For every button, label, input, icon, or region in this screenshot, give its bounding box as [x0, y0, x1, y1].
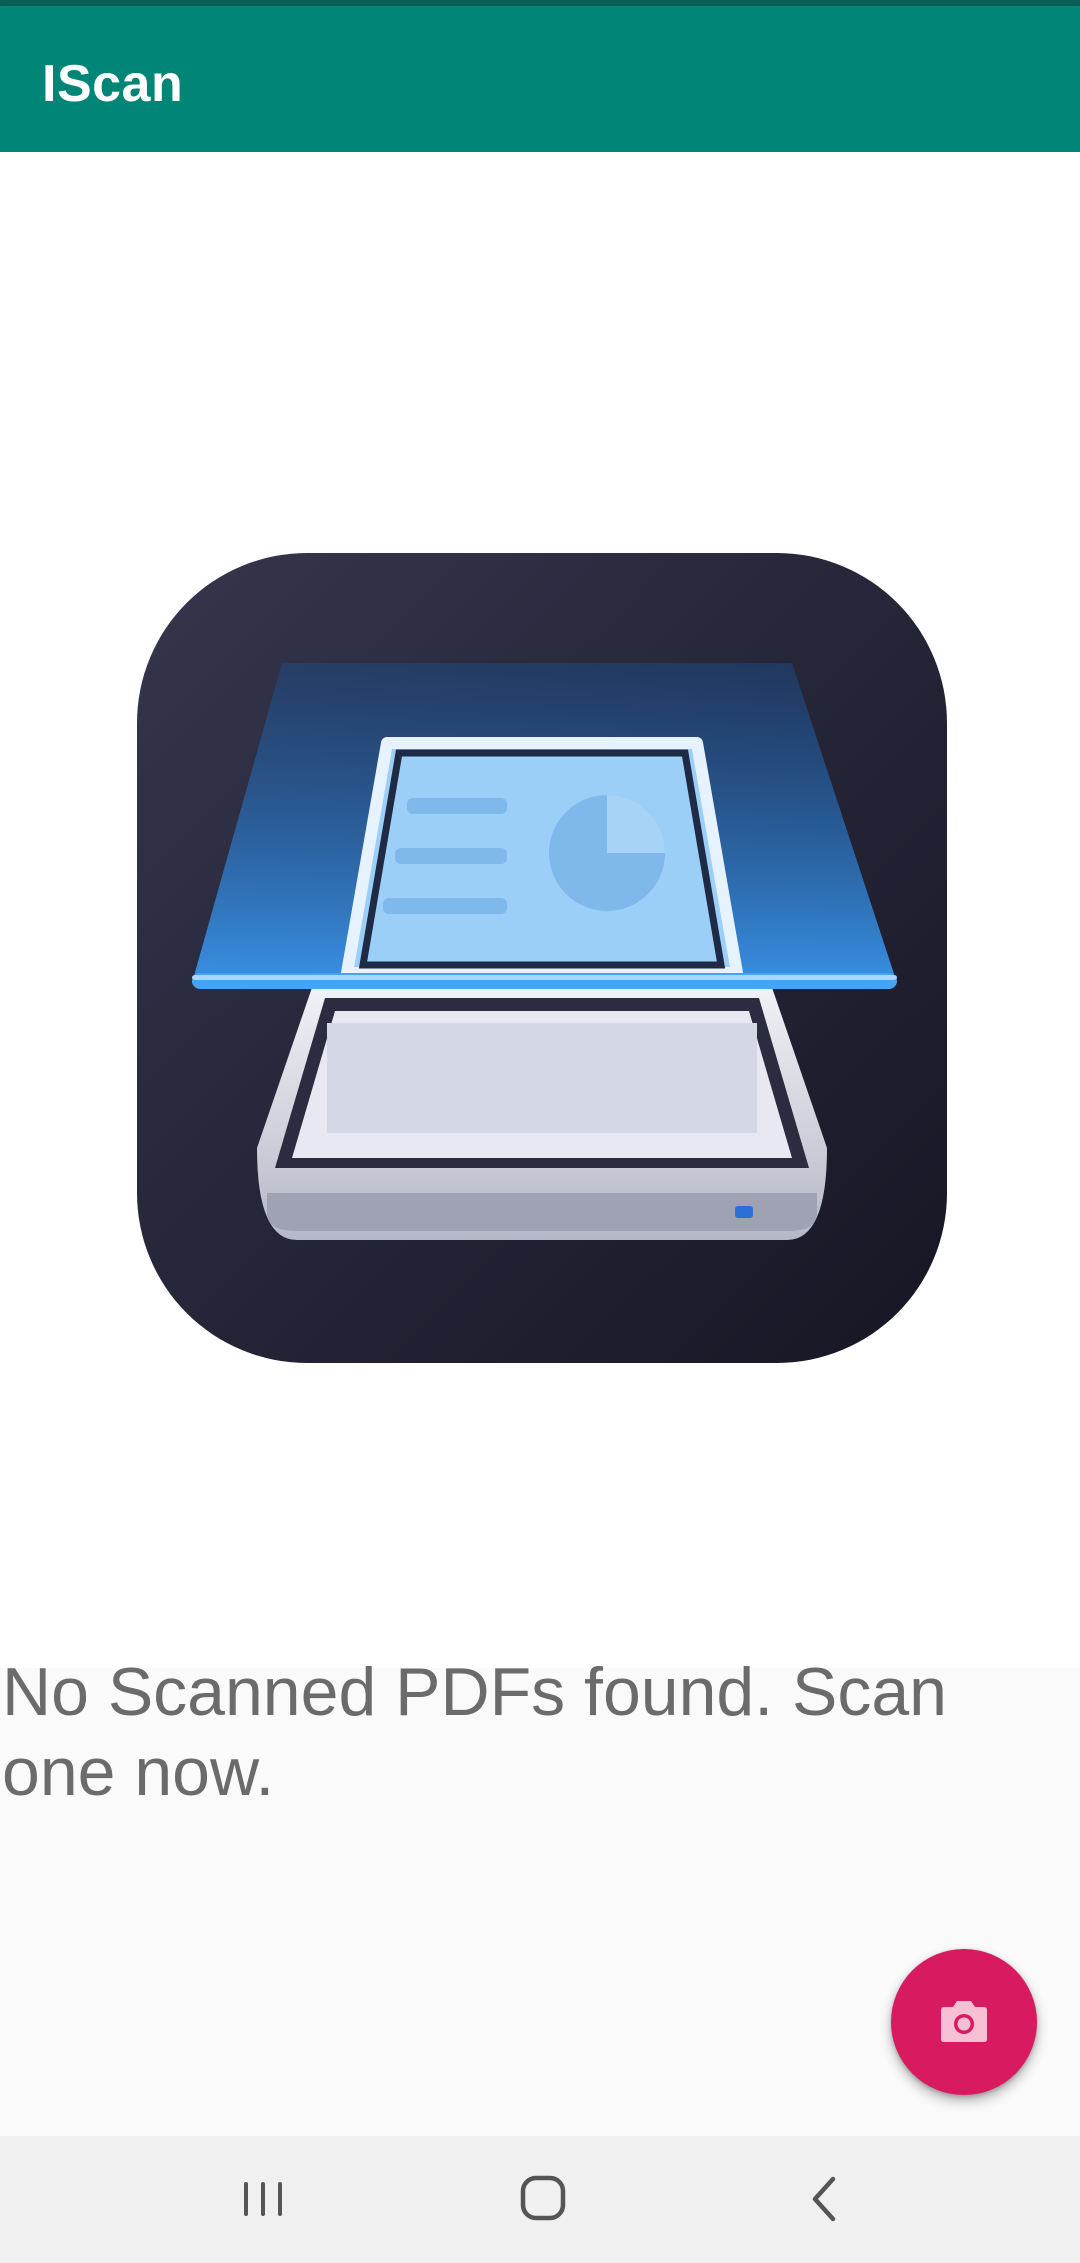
main-content: No Scanned PDFs found. Scan one now.	[0, 152, 1080, 1810]
scan-camera-button[interactable]	[891, 1949, 1037, 2095]
home-button[interactable]	[503, 2164, 583, 2234]
empty-state-message: No Scanned PDFs found. Scan one now.	[2, 1654, 947, 1810]
app-bar: IScan	[0, 6, 1080, 152]
recents-button[interactable]	[223, 2164, 303, 2234]
camera-icon	[941, 2001, 987, 2042]
home-icon	[520, 2175, 566, 2221]
system-navigation-bar	[0, 2136, 1080, 2263]
back-button[interactable]	[785, 2164, 865, 2234]
recents-icon	[244, 2182, 282, 2216]
app-title: IScan	[42, 55, 184, 113]
back-icon	[812, 2176, 836, 2222]
document-scanner-icon	[137, 553, 947, 1363]
